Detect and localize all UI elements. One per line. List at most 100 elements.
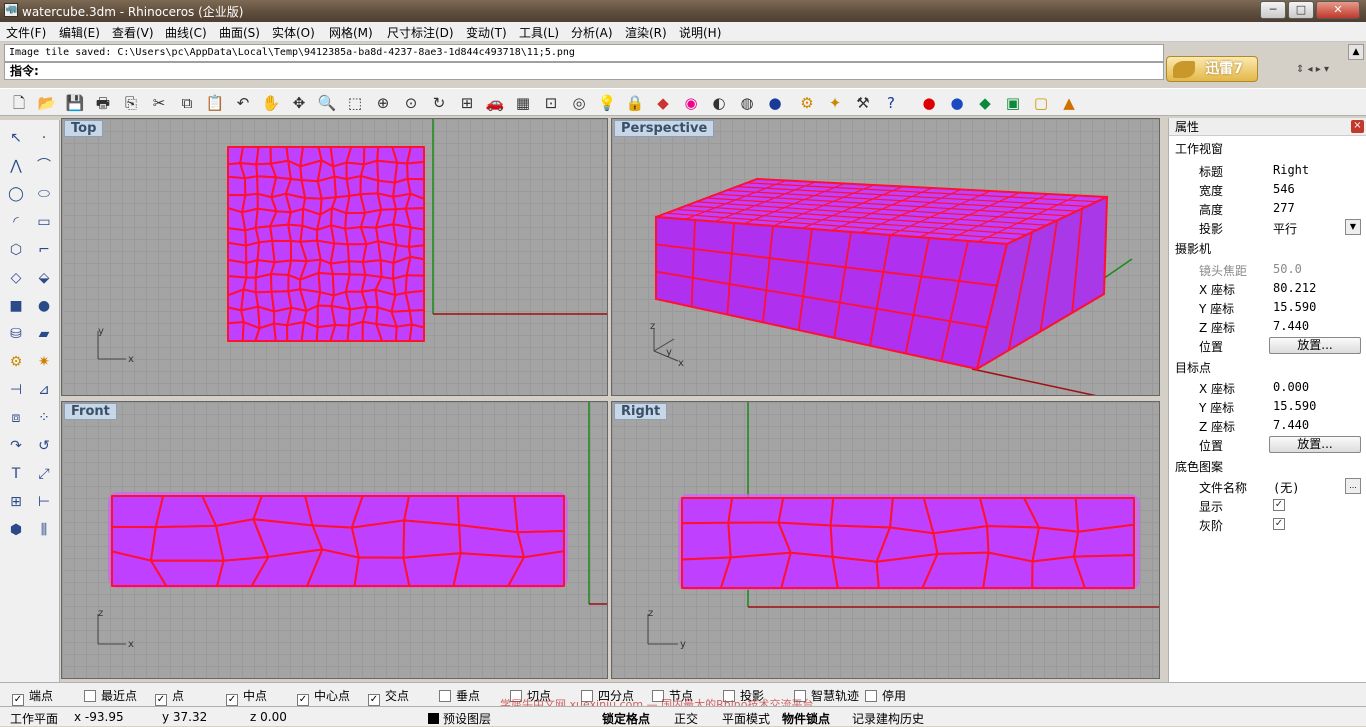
menu-file[interactable]: 文件(F) xyxy=(6,24,46,41)
yellow-frame-icon[interactable]: ▢ xyxy=(1030,92,1052,114)
status-cplane[interactable]: 工作平面 xyxy=(10,710,58,727)
scale-icon[interactable]: ⤢ xyxy=(32,462,56,486)
cylinder-icon[interactable]: ⛁ xyxy=(4,322,28,346)
boolean-icon[interactable]: ● xyxy=(32,294,56,318)
prop-cam-y-value[interactable]: 15.590 xyxy=(1273,300,1316,314)
browse-file-button[interactable]: ... xyxy=(1345,478,1361,494)
gear-icon[interactable]: ⚙ xyxy=(4,350,28,374)
place-target-button[interactable]: 放置... xyxy=(1269,436,1361,453)
green-box-icon[interactable]: ▣ xyxy=(1002,92,1024,114)
osnap-near[interactable]: 最近点 xyxy=(84,687,137,704)
rotate-view-icon[interactable]: ✥ xyxy=(288,92,310,114)
new-icon[interactable]: 🗋 xyxy=(8,92,30,114)
copy-icon[interactable]: ⧉ xyxy=(176,92,198,114)
viewport-label-top[interactable]: Top xyxy=(64,120,104,137)
zoom-icon[interactable]: 🔍 xyxy=(316,92,338,114)
box-icon[interactable]: ■ xyxy=(4,294,28,318)
menu-transform[interactable]: 变动(T) xyxy=(466,24,507,41)
prop-height-value[interactable]: 277 xyxy=(1273,201,1295,215)
zoom-selected-icon[interactable]: ⊙ xyxy=(400,92,422,114)
circle-icon[interactable]: ◯ xyxy=(4,182,28,206)
pan-icon[interactable]: ✋ xyxy=(260,92,282,114)
explode-icon[interactable]: ✷ xyxy=(32,350,56,374)
sphere-mesh-icon[interactable]: ◍ xyxy=(736,92,758,114)
lock-icon[interactable]: 🔒 xyxy=(624,92,646,114)
move-icon[interactable]: ↷ xyxy=(4,434,28,458)
cut-icon[interactable]: ✂ xyxy=(148,92,170,114)
rotate-icon[interactable]: ↻ xyxy=(428,92,450,114)
osnap-end[interactable]: ✓ 端点 xyxy=(12,687,53,706)
prop-title-value[interactable]: Right xyxy=(1273,163,1309,177)
save-icon[interactable]: 💾 xyxy=(64,92,86,114)
close-panel-icon[interactable]: × xyxy=(1351,120,1364,133)
paste-icon[interactable]: 📋 xyxy=(204,92,226,114)
grid-icon[interactable]: ▦ xyxy=(512,92,534,114)
print-icon[interactable]: 🖶 xyxy=(92,92,114,114)
polygon-icon[interactable]: ⬡ xyxy=(4,238,28,262)
command-prompt[interactable]: 指令: xyxy=(4,62,1164,80)
menu-help[interactable]: 说明(H) xyxy=(679,24,721,41)
cone-icon[interactable]: ▲ xyxy=(1058,92,1080,114)
four-viewports-icon[interactable]: ⊞ xyxy=(456,92,478,114)
maximize-button[interactable]: □ xyxy=(1288,1,1314,19)
osnap-disable[interactable]: 停用 xyxy=(865,687,906,704)
prop-tgt-y-value[interactable]: 15.590 xyxy=(1273,399,1316,413)
point-icon[interactable]: · xyxy=(32,126,56,150)
curve-icon[interactable]: ⌒ xyxy=(32,154,56,178)
close-button[interactable]: ✕ xyxy=(1316,1,1360,19)
osnap-checkbox[interactable]: ✓ xyxy=(368,694,380,706)
prev-next-arrows[interactable]: ⇕ ◂ ▸ ▾ xyxy=(1296,64,1329,75)
tools-icon[interactable]: ⚒ xyxy=(852,92,874,114)
group-icon[interactable]: ⧈ xyxy=(4,406,28,430)
rhino-app-icon[interactable]: 🦏 xyxy=(4,3,18,17)
viewport-label-right[interactable]: Right xyxy=(614,403,668,420)
undo-icon[interactable]: ↶ xyxy=(232,92,254,114)
render-sphere-icon[interactable]: ● xyxy=(764,92,786,114)
prop-cam-z-value[interactable]: 7.440 xyxy=(1273,319,1309,333)
trim-icon[interactable]: ⊣ xyxy=(4,378,28,402)
select-icon[interactable]: ✦ xyxy=(824,92,846,114)
light-icon[interactable]: 💡 xyxy=(596,92,618,114)
grayscale-checkbox[interactable]: ✓ xyxy=(1273,518,1285,530)
menu-edit[interactable]: 编辑(E) xyxy=(59,24,100,41)
prop-tgt-z-value[interactable]: 7.440 xyxy=(1273,418,1309,432)
blue-sphere-icon[interactable]: ● xyxy=(946,92,968,114)
menu-solid[interactable]: 实体(O) xyxy=(272,24,315,41)
projection-dropdown-icon[interactable]: ▼ xyxy=(1345,219,1361,235)
osnap-checkbox[interactable]: ✓ xyxy=(297,694,309,706)
settings-icon[interactable]: ⚙ xyxy=(796,92,818,114)
viewport-label-perspective[interactable]: Perspective xyxy=(614,120,715,137)
dimension-icon[interactable]: ⊢ xyxy=(32,490,56,514)
open-icon[interactable]: 📂 xyxy=(36,92,58,114)
status-layer[interactable]: 预设图层 xyxy=(428,710,491,727)
extrude-icon[interactable]: ⬙ xyxy=(32,266,56,290)
mesh-icon[interactable]: ▰ xyxy=(32,322,56,346)
prop-projection-value[interactable]: 平行 xyxy=(1273,220,1297,237)
status-grid-snap[interactable]: 锁定格点 xyxy=(602,710,650,727)
show-checkbox[interactable]: ✓ xyxy=(1273,499,1285,511)
osnap-int[interactable]: ✓ 交点 xyxy=(368,687,409,706)
osnap-checkbox[interactable] xyxy=(84,690,96,702)
help-icon[interactable]: ? xyxy=(880,92,902,114)
red-sphere-icon[interactable]: ● xyxy=(918,92,940,114)
array-icon[interactable]: ⁘ xyxy=(32,406,56,430)
scroll-up-icon[interactable]: ▲ xyxy=(1348,44,1364,60)
menu-curve[interactable]: 曲线(C) xyxy=(165,24,207,41)
polyline-icon[interactable]: ⋀ xyxy=(4,154,28,178)
osnap-perp[interactable]: 垂点 xyxy=(439,687,480,704)
menu-view[interactable]: 查看(V) xyxy=(112,24,154,41)
place-camera-button[interactable]: 放置... xyxy=(1269,337,1361,354)
import-icon[interactable]: ⎘ xyxy=(120,92,142,114)
osnap-point[interactable]: ✓ 点 xyxy=(155,687,184,706)
status-osnap[interactable]: 物件锁点 xyxy=(782,710,830,727)
menu-surface[interactable]: 曲面(S) xyxy=(219,24,260,41)
osnap-mid[interactable]: ✓ 中点 xyxy=(226,687,267,706)
viewport-top[interactable]: Top y x xyxy=(61,118,608,396)
snap-icon[interactable]: ⊡ xyxy=(540,92,562,114)
target-icon[interactable]: ◎ xyxy=(568,92,590,114)
osnap-checkbox[interactable] xyxy=(865,690,877,702)
rectangle-icon[interactable]: ▭ xyxy=(32,210,56,234)
menu-mesh[interactable]: 网格(M) xyxy=(329,24,373,41)
text-icon[interactable]: T xyxy=(4,462,28,486)
status-history[interactable]: 记录建构历史 xyxy=(852,710,924,727)
